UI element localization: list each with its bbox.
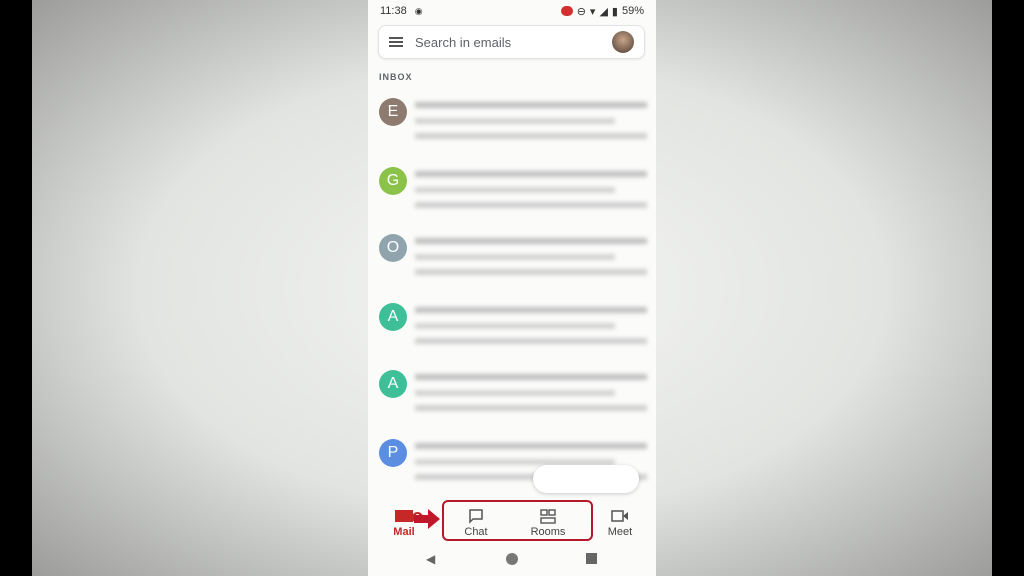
- email-list-item[interactable]: E: [379, 98, 649, 158]
- blurred-snippet: [415, 269, 647, 275]
- blurred-sender: [415, 102, 647, 108]
- tab-meet-label: Meet: [607, 526, 633, 538]
- email-list-item[interactable]: A: [379, 370, 649, 430]
- blurred-snippet: [415, 405, 647, 411]
- blurred-sender: [415, 443, 647, 449]
- search-bar[interactable]: Search in emails: [378, 25, 645, 59]
- phone-screen: 11:38 ◉ ⊖ ▾ ◢ ▮ 59% Search in emails INB…: [368, 0, 656, 576]
- signal-icon: ◢: [599, 5, 608, 18]
- blurred-sender: [415, 238, 647, 244]
- sender-avatar: E: [379, 98, 407, 126]
- battery-level: 59%: [621, 5, 644, 17]
- video-icon: [611, 510, 628, 522]
- rooms-icon: [540, 508, 556, 524]
- email-list-item[interactable]: A: [379, 303, 649, 363]
- blurred-subject: [415, 118, 615, 124]
- blurred-sender: [415, 307, 647, 313]
- back-icon[interactable]: ◀: [426, 552, 435, 566]
- status-bar: 11:38 ◉ ⊖ ▾ ◢ ▮ 59%: [380, 4, 644, 18]
- compose-button[interactable]: [533, 465, 639, 493]
- blurred-sender: [415, 171, 647, 177]
- blurred-subject: [415, 390, 615, 396]
- tab-rooms-label: Rooms: [530, 526, 566, 538]
- blurred-snippet: [415, 133, 647, 139]
- battery-icon: ▮: [611, 5, 618, 18]
- sender-avatar: P: [379, 439, 407, 467]
- tab-mail-label: Mail: [393, 526, 415, 538]
- blurred-subject: [415, 254, 615, 260]
- sender-avatar: A: [379, 303, 407, 331]
- blurred-snippet: [415, 202, 647, 208]
- tab-chat[interactable]: Chat: [446, 508, 506, 538]
- system-nav: ◀: [368, 550, 656, 568]
- sender-avatar: G: [379, 167, 407, 195]
- search-input[interactable]: Search in emails: [415, 35, 511, 50]
- blurred-snippet: [415, 338, 647, 344]
- avatar[interactable]: [612, 31, 634, 53]
- mail-icon: [395, 510, 413, 522]
- home-icon[interactable]: [506, 553, 518, 565]
- chat-icon: [469, 508, 483, 524]
- arrow-annotation: [414, 509, 440, 529]
- bottom-nav: Mail 2 Chat Rooms Meet: [368, 500, 656, 542]
- tab-chat-label: Chat: [464, 526, 488, 538]
- blurred-subject: [415, 323, 615, 329]
- menu-icon[interactable]: [389, 37, 403, 47]
- blurred-subject: [415, 187, 615, 193]
- status-time: 11:38: [380, 5, 407, 17]
- tab-rooms[interactable]: Rooms: [518, 508, 578, 538]
- inbox-label: INBOX: [379, 72, 413, 82]
- sender-avatar: O: [379, 234, 407, 262]
- email-list-item[interactable]: O: [379, 234, 649, 294]
- record-icon: ◉: [414, 5, 423, 16]
- email-list-item[interactable]: G: [379, 167, 649, 227]
- screen-record-icon: [560, 6, 573, 16]
- dnd-icon: ⊖: [576, 5, 586, 18]
- tab-meet[interactable]: Meet: [590, 508, 650, 538]
- blurred-sender: [415, 374, 647, 380]
- sender-avatar: A: [379, 370, 407, 398]
- recents-icon[interactable]: [586, 553, 597, 564]
- wifi-icon: ▾: [589, 5, 596, 18]
